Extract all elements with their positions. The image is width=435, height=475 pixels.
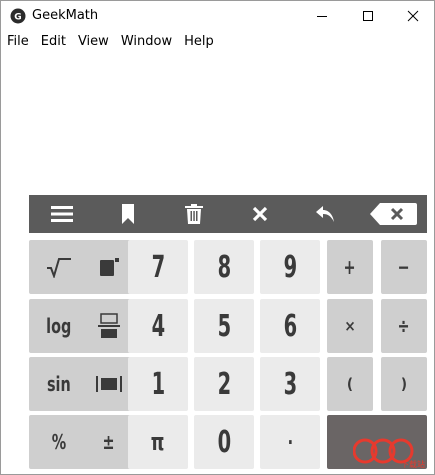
clear-button[interactable] xyxy=(227,195,293,233)
power-icon xyxy=(100,258,119,276)
app-logo-icon: G xyxy=(10,8,26,24)
key-plus[interactable]: + xyxy=(327,240,373,294)
key-9[interactable]: 9 xyxy=(260,240,320,294)
key-minus[interactable]: − xyxy=(381,240,427,294)
minimize-icon xyxy=(317,16,327,17)
svg-text:G: G xyxy=(14,13,21,23)
fraction-icon xyxy=(98,313,120,338)
maximize-icon xyxy=(363,11,373,21)
clear-icon xyxy=(252,206,268,222)
close-button[interactable] xyxy=(390,1,435,31)
key-pi[interactable]: π xyxy=(128,415,188,469)
delete-button[interactable] xyxy=(161,195,227,233)
app-window: G GeekMath File Edit View Window Help 7 … xyxy=(0,0,435,475)
key-6[interactable]: 6 xyxy=(260,299,320,353)
bookmark-button[interactable] xyxy=(95,195,161,233)
sqrt-icon xyxy=(47,258,71,278)
key-divide[interactable]: ÷ xyxy=(381,299,427,353)
menu-view[interactable]: View xyxy=(72,32,115,52)
menu-help[interactable]: Help xyxy=(178,32,220,52)
key-4[interactable]: 4 xyxy=(128,299,188,353)
menu-button[interactable] xyxy=(29,195,95,233)
maximize-button[interactable] xyxy=(345,1,391,31)
key-open-paren[interactable]: ( xyxy=(327,357,373,411)
backspace-icon xyxy=(370,203,417,225)
key-3[interactable]: 3 xyxy=(260,357,320,411)
undo-icon xyxy=(316,206,334,222)
bookmark-icon xyxy=(122,204,134,224)
svg-text:下载站: 下载站 xyxy=(401,459,425,469)
key-2[interactable]: 2 xyxy=(194,357,254,411)
key-1[interactable]: 1 xyxy=(128,357,188,411)
backspace-button[interactable] xyxy=(361,195,427,233)
undo-button[interactable] xyxy=(293,195,359,233)
menu-window[interactable]: Window xyxy=(115,32,178,52)
key-decimal[interactable]: · xyxy=(260,415,320,469)
absolute-value-icon xyxy=(96,376,122,392)
title-bar: G GeekMath xyxy=(1,1,434,31)
key-5[interactable]: 5 xyxy=(194,299,254,353)
trash-icon xyxy=(185,204,203,224)
key-8[interactable]: 8 xyxy=(194,240,254,294)
menu-icon xyxy=(51,206,73,222)
calculator-toolbar xyxy=(29,195,427,233)
key-multiply[interactable]: × xyxy=(327,299,373,353)
menu-bar: File Edit View Window Help xyxy=(1,32,220,52)
key-close-paren[interactable]: ) xyxy=(381,357,427,411)
close-icon xyxy=(407,10,419,22)
minimize-button[interactable] xyxy=(299,1,345,31)
key-0[interactable]: 0 xyxy=(194,415,254,469)
window-title: GeekMath xyxy=(32,8,99,23)
menu-edit[interactable]: Edit xyxy=(35,32,72,52)
key-7[interactable]: 7 xyxy=(128,240,188,294)
menu-file[interactable]: File xyxy=(1,32,35,52)
watermark-logo: 下载站 xyxy=(353,438,425,469)
